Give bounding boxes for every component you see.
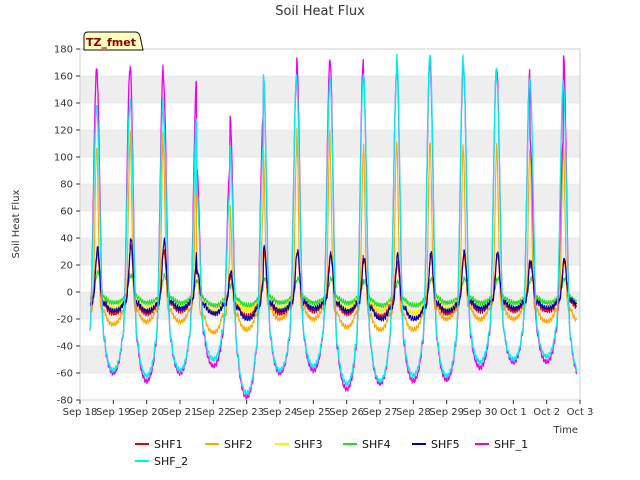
y-tick-label: 100 xyxy=(54,153,73,164)
y-tick-label: -40 xyxy=(57,342,73,353)
y-tick-label: 40 xyxy=(60,234,73,245)
legend-label: SHF1 xyxy=(154,438,183,451)
chart-title: Soil Heat Flux xyxy=(275,4,365,19)
x-tick-label: Sep 19 xyxy=(96,407,131,418)
x-tick-label: Sep 23 xyxy=(229,407,264,418)
y-tick-label: 160 xyxy=(54,72,73,83)
x-tick-label: Sep 24 xyxy=(263,407,298,418)
legend-label: SHF_2 xyxy=(154,455,188,468)
y-tick-label: 180 xyxy=(54,45,73,56)
grid-band xyxy=(80,157,580,184)
x-tick-label: Sep 26 xyxy=(329,407,364,418)
x-tick-label: Sep 25 xyxy=(296,407,331,418)
x-axis-title: Time xyxy=(553,425,578,436)
y-tick-label: -80 xyxy=(57,396,73,407)
x-tick-label: Oct 3 xyxy=(567,407,594,418)
x-tick-label: Sep 28 xyxy=(396,407,431,418)
x-tick-label: Sep 21 xyxy=(163,407,198,418)
x-tick-label: Sep 18 xyxy=(63,407,98,418)
y-tick-label: -20 xyxy=(57,315,73,326)
soil-heat-flux-chart: -80 -60 -40 -20 0 20 40 60 80 100 120 140 160 180 Sep… xyxy=(0,0,640,480)
tag-box: TZ_fmet xyxy=(83,31,144,51)
y-tick-label: 120 xyxy=(54,126,73,137)
y-tick-label: 60 xyxy=(60,207,73,218)
y-tick-label: -60 xyxy=(57,369,73,380)
legend-label: SHF3 xyxy=(294,438,323,451)
grid-band xyxy=(80,373,580,400)
legend-label: SHF2 xyxy=(224,438,253,451)
legend-label: SHF5 xyxy=(431,438,460,451)
grid-band xyxy=(80,211,580,238)
tag-label: TZ_fmet xyxy=(86,36,136,49)
y-tick-label: 20 xyxy=(60,261,73,272)
x-tick-label: Oct 1 xyxy=(500,407,527,418)
legend-label: SHF4 xyxy=(362,438,391,451)
x-tick-label: Sep 20 xyxy=(129,407,164,418)
y-tick-label: 80 xyxy=(60,180,73,191)
grid-band xyxy=(80,184,580,211)
x-tick-label: Sep 22 xyxy=(196,407,231,418)
y-tick-label: 0 xyxy=(67,288,73,299)
x-tick-label: Sep 30 xyxy=(463,407,498,418)
legend-label: SHF_1 xyxy=(494,438,528,451)
y-tick-label: 140 xyxy=(54,99,73,110)
x-tick-label: Sep 27 xyxy=(363,407,398,418)
x-tick-label: Oct 2 xyxy=(533,407,560,418)
y-axis-title: Soil Heat Flux xyxy=(11,189,22,258)
grid-band xyxy=(80,103,580,130)
x-tick-label: Sep 29 xyxy=(429,407,464,418)
